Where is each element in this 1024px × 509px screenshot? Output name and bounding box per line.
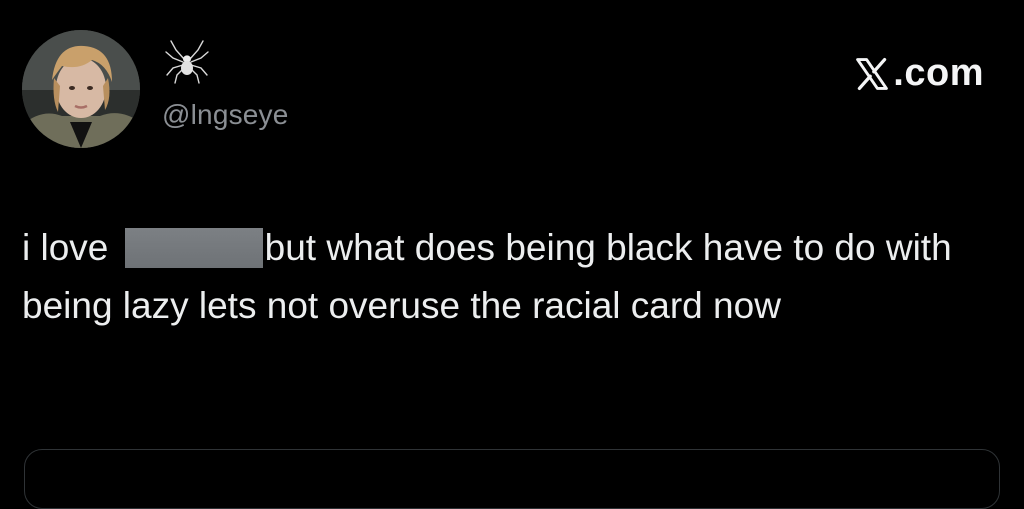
site-label: .com xyxy=(893,52,984,94)
x-logo-icon xyxy=(856,57,889,90)
spider-icon xyxy=(164,38,210,84)
embedded-card[interactable] xyxy=(24,449,1000,509)
avatar[interactable] xyxy=(22,30,140,148)
site-watermark: .com xyxy=(854,52,984,95)
redaction-box xyxy=(124,228,263,268)
tweet-text: i love but what does being black have to… xyxy=(22,219,1007,335)
user-handle[interactable]: @lngseye xyxy=(162,99,289,131)
tweet-text-start: i love xyxy=(22,227,119,268)
profile-photo xyxy=(22,30,140,148)
